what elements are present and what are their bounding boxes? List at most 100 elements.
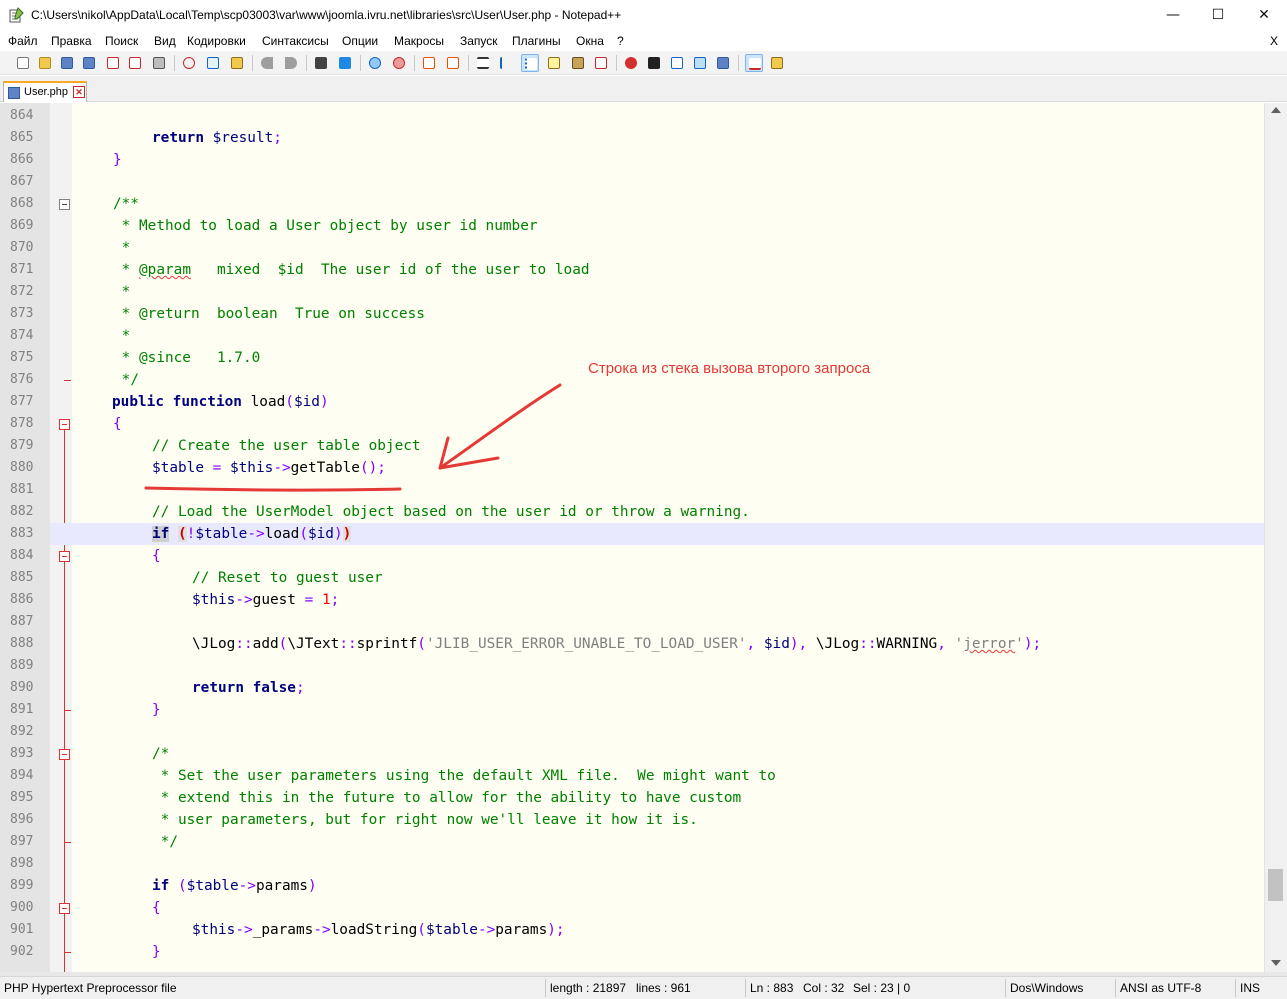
- function-list-icon[interactable]: [592, 54, 610, 72]
- code-token: function: [172, 394, 242, 410]
- code-token: ::: [235, 636, 253, 652]
- fold-toggle[interactable]: [59, 903, 70, 914]
- fold-toggle[interactable]: [59, 551, 70, 562]
- menu-plugins[interactable]: Плагины: [512, 34, 561, 48]
- menu-language[interactable]: Синтаксисы: [262, 34, 329, 48]
- code-line: 867: [0, 171, 1264, 193]
- zoom-out-icon[interactable]: [390, 54, 408, 72]
- find-icon[interactable]: [312, 54, 330, 72]
- line-number: 881: [10, 482, 34, 497]
- tab-label: User.php: [24, 86, 69, 98]
- code-token: WARNING: [876, 636, 938, 652]
- code-token: {: [152, 900, 161, 916]
- new-file-icon[interactable]: [14, 54, 32, 72]
- sync-vertical-icon[interactable]: [420, 54, 438, 72]
- vertical-scrollbar[interactable]: [1264, 103, 1287, 972]
- code-line: 897 */: [0, 831, 1264, 853]
- line-number: 872: [10, 284, 34, 299]
- save-macro-icon[interactable]: [714, 54, 732, 72]
- menu-help[interactable]: ?: [617, 34, 624, 48]
- code-token: (: [169, 878, 187, 894]
- stop-record-icon[interactable]: [645, 54, 663, 72]
- code-token: $id: [307, 526, 334, 542]
- cut-icon[interactable]: [180, 54, 198, 72]
- replace-icon[interactable]: [336, 54, 354, 72]
- line-number: 898: [10, 856, 34, 871]
- open-file-icon[interactable]: [36, 54, 54, 72]
- indent-guide-icon[interactable]: [521, 54, 539, 72]
- status-length: length : 21897: [550, 981, 627, 995]
- play-macro-icon[interactable]: [668, 54, 686, 72]
- code-line: 889: [0, 655, 1264, 677]
- scrollbar-thumb[interactable]: [1268, 869, 1283, 901]
- spell-check-settings-icon[interactable]: [768, 54, 786, 72]
- menu-macro[interactable]: Макросы: [394, 34, 444, 48]
- copy-icon[interactable]: [204, 54, 222, 72]
- saved-file-icon: [8, 87, 20, 99]
- menu-view[interactable]: Вид: [154, 34, 176, 48]
- record-macro-icon[interactable]: [622, 54, 640, 72]
- spell-check-icon[interactable]: [745, 54, 763, 72]
- line-number: 899: [10, 878, 34, 893]
- line-number: 891: [10, 702, 34, 717]
- document-map-icon[interactable]: [569, 54, 587, 72]
- code-token: );: [1023, 636, 1042, 652]
- minimize-button[interactable]: —: [1150, 0, 1196, 30]
- fold-toggle[interactable]: [59, 419, 70, 430]
- code-token: $this: [192, 922, 236, 938]
- tab-user-php[interactable]: User.php ✕: [3, 81, 87, 102]
- menu-edit[interactable]: Правка: [51, 34, 92, 48]
- menu-settings[interactable]: Опции: [342, 34, 378, 48]
- menu-file[interactable]: Файл: [8, 34, 38, 48]
- redo-icon[interactable]: [282, 54, 300, 72]
- save-all-icon[interactable]: [80, 54, 98, 72]
- menu-run[interactable]: Запуск: [460, 34, 498, 48]
- scroll-up-arrow-icon[interactable]: [1271, 107, 1281, 113]
- code-token: load: [264, 526, 300, 542]
- code-line: 881: [0, 479, 1264, 501]
- zoom-in-icon[interactable]: [366, 54, 384, 72]
- line-number: 900: [10, 900, 34, 915]
- code-token: mixed $id The user id of the user to loa…: [190, 262, 590, 278]
- line-number: 871: [10, 262, 34, 277]
- code-token: }: [113, 152, 122, 168]
- maximize-button[interactable]: ☐: [1195, 0, 1241, 30]
- code-token: }: [152, 702, 161, 718]
- sync-horizontal-icon[interactable]: [444, 54, 462, 72]
- code-editor[interactable]: 864 865 return $result; 866 } 867 868 /*…: [0, 103, 1264, 972]
- code-token: loadString: [330, 922, 418, 938]
- close-icon[interactable]: [104, 54, 122, 72]
- line-number: 865: [10, 130, 34, 145]
- code-line: 879 // Create the user table object: [0, 435, 1264, 457]
- line-number: 901: [10, 922, 34, 937]
- close-all-icon[interactable]: [126, 54, 144, 72]
- show-all-chars-icon[interactable]: [497, 54, 515, 72]
- code-token: 1: [321, 592, 331, 608]
- scroll-down-arrow-icon[interactable]: [1271, 960, 1281, 966]
- code-token: // Load the UserModel object based on th…: [152, 504, 750, 520]
- close-window-button[interactable]: ✕: [1241, 0, 1287, 30]
- fold-toggle[interactable]: [59, 199, 70, 210]
- run-macro-multiple-icon[interactable]: [691, 54, 709, 72]
- user-defined-language-icon[interactable]: [545, 54, 563, 72]
- print-icon[interactable]: [150, 54, 168, 72]
- word-wrap-icon[interactable]: [474, 54, 492, 72]
- code-token: ->: [313, 922, 331, 938]
- fold-toggle[interactable]: [59, 749, 70, 760]
- close-document-button[interactable]: X: [1270, 34, 1278, 48]
- tab-close-icon[interactable]: ✕: [73, 86, 85, 98]
- paste-icon[interactable]: [228, 54, 246, 72]
- line-number: 888: [10, 636, 34, 651]
- undo-icon[interactable]: [258, 54, 276, 72]
- menu-search[interactable]: Поиск: [105, 34, 138, 48]
- title-bar: C:\Users\nikol\AppData\Local\Temp\scp030…: [0, 0, 1287, 30]
- save-icon[interactable]: [58, 54, 76, 72]
- menu-encoding[interactable]: Кодировки: [187, 34, 246, 48]
- line-number: 893: [10, 746, 34, 761]
- code-token: return: [192, 680, 244, 696]
- menu-window[interactable]: Окна: [576, 34, 604, 48]
- code-token: 'JLIB_USER_ERROR_UNABLE_TO_LOAD_USER': [425, 636, 747, 652]
- code-line: 871 * @param mixed $id The user id of th…: [0, 259, 1264, 281]
- line-number: 889: [10, 658, 34, 673]
- code-token: ->: [477, 922, 496, 938]
